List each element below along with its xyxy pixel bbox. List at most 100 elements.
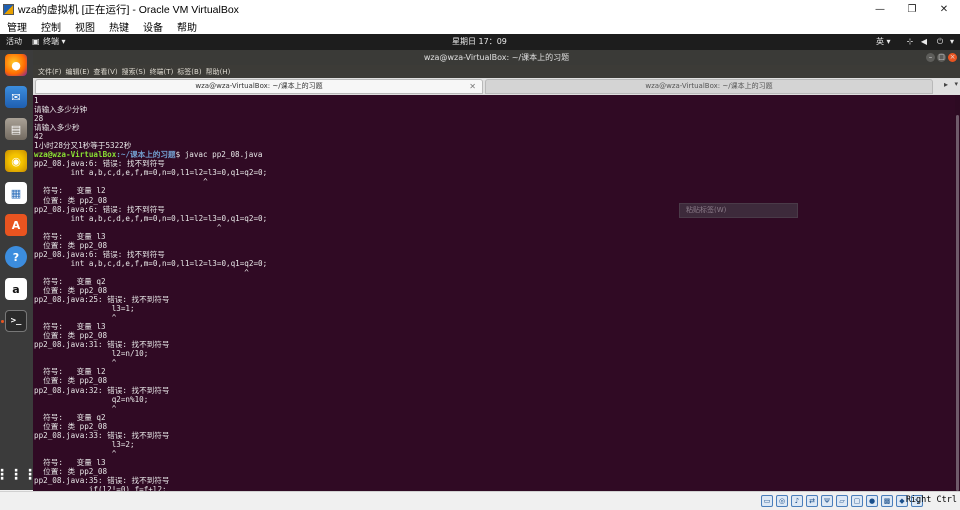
terminal-line: 位置: 类 pp2_08 bbox=[34, 331, 108, 341]
menu-edit[interactable]: 编辑(E) bbox=[64, 67, 92, 77]
tab-label: wza@wza-VirtualBox: ~/课本上的习题 bbox=[195, 82, 323, 90]
menu-view[interactable]: 查看(V) bbox=[91, 67, 119, 77]
thunderbird-icon[interactable]: ✉ bbox=[5, 86, 27, 108]
terminal-line: 符号: 变量 l3 bbox=[34, 231, 106, 241]
virtualbox-icon bbox=[3, 3, 14, 15]
tab-2[interactable]: wza@wza-VirtualBox: ~/课本上的习题 bbox=[485, 79, 933, 94]
rhythmbox-icon[interactable]: ◉ bbox=[5, 150, 27, 172]
terminal-line: pp2_08.java:6: 错误: 找不到符号 bbox=[34, 159, 165, 169]
menu-view[interactable]: 视图 bbox=[68, 19, 102, 34]
restore-icon[interactable]: ❐ bbox=[896, 0, 928, 18]
firefox-icon[interactable]: ● bbox=[5, 54, 27, 76]
terminal-line: 位置: 类 pp2_08 bbox=[34, 285, 108, 295]
terminal-line: 42 bbox=[34, 132, 44, 142]
terminal-line: wza@wza-VirtualBox:~/课本上的习题$ javac pp2_0… bbox=[34, 150, 955, 159]
power-icon[interactable]: ⏻ bbox=[934, 36, 946, 48]
terminal-line: pp2_08.java:6: 错误: 找不到符号 bbox=[34, 249, 165, 259]
terminal-line: ^ bbox=[34, 222, 222, 232]
terminal-tab-bar: wza@wza-VirtualBox: ~/课本上的习题 ✕ wza@wza-V… bbox=[33, 78, 960, 95]
network-icon[interactable]: ⇄ bbox=[806, 495, 818, 507]
ghost-menu-item: 粘贴标签(W) bbox=[679, 203, 798, 218]
amazon-icon[interactable]: a bbox=[5, 278, 27, 300]
host-key-label: Right Ctrl bbox=[905, 495, 957, 505]
terminal-line: q2=n%10; bbox=[34, 394, 149, 404]
terminal-line: 28 bbox=[34, 114, 44, 124]
app-menu-button[interactable]: 终端 ▾ bbox=[43, 34, 66, 50]
display-icon[interactable]: ▢ bbox=[851, 495, 863, 507]
close-icon[interactable]: ✕ bbox=[469, 80, 476, 93]
terminal-app-icon: ▣ bbox=[32, 37, 40, 46]
host-menu-bar: 管理 控制 视图 热键 设备 帮助 bbox=[0, 18, 960, 34]
tab-1[interactable]: wza@wza-VirtualBox: ~/课本上的习题 ✕ bbox=[35, 79, 483, 94]
video-capture-icon[interactable]: ● bbox=[866, 495, 878, 507]
terminal-line: 位置: 类 pp2_08 bbox=[34, 195, 108, 205]
terminal-menu-bar: 文件(F) 编辑(E) 查看(V) 搜索(S) 终端(T) 标签(B) 帮助(H… bbox=[33, 65, 960, 78]
close-icon[interactable]: ✕ bbox=[928, 0, 960, 18]
menu-help[interactable]: 帮助 bbox=[170, 19, 204, 34]
libreoffice-writer-icon[interactable]: ▦ bbox=[5, 182, 27, 204]
menu-terminal[interactable]: 终端(T) bbox=[148, 67, 176, 77]
network-icon[interactable]: ⊹ bbox=[904, 36, 916, 48]
terminal-line: 符号: 变量 q2 bbox=[34, 276, 106, 286]
grid-icon[interactable]: ⋮⋮⋮ bbox=[0, 464, 37, 486]
terminal-line: 位置: 类 pp2_08 bbox=[34, 466, 108, 476]
chevron-down-icon[interactable]: ▾ bbox=[946, 36, 958, 48]
terminal-line: 符号: 变量 l2 bbox=[34, 367, 106, 377]
input-method-button[interactable]: 英 ▾ bbox=[876, 34, 891, 50]
menu-manage[interactable]: 管理 bbox=[0, 19, 34, 34]
terminal-scrollbar[interactable] bbox=[955, 95, 960, 491]
menu-devices[interactable]: 设备 bbox=[136, 19, 170, 34]
chevron-down-icon[interactable]: ▾ bbox=[954, 80, 958, 88]
audio-icon[interactable]: ♪ bbox=[791, 495, 803, 507]
terminal-line: 请输入多少秒 bbox=[34, 123, 80, 133]
terminal-line: 符号: 变量 l2 bbox=[34, 186, 106, 196]
menu-control[interactable]: 控制 bbox=[34, 19, 68, 34]
activities-button[interactable]: 活动 bbox=[6, 34, 22, 50]
terminal-line: ^ bbox=[34, 267, 249, 277]
terminal-line: int a,b,c,d,e,f,m=0,n=0,l1=l2=l3=0,q1=q2… bbox=[34, 168, 268, 178]
menu-help[interactable]: 帮助(H) bbox=[204, 67, 233, 77]
terminal-line: int a,b,c,d,e,f,m=0,n=0,l1=l2=l3=0,q1=q2… bbox=[34, 213, 268, 223]
terminal-line: pp2_08.java:32: 错误: 找不到符号 bbox=[34, 385, 170, 395]
minimize-icon[interactable]: — bbox=[864, 0, 896, 18]
minimize-icon[interactable]: – bbox=[926, 53, 935, 62]
prompt-path: :~/课本上的习题 bbox=[116, 150, 176, 160]
optical-drive-icon[interactable]: ◎ bbox=[776, 495, 788, 507]
close-icon[interactable]: × bbox=[948, 53, 957, 62]
terminal-line: 位置: 类 pp2_08 bbox=[34, 240, 108, 250]
terminal-line: pp2_08.java:35: 错误: 找不到符号 bbox=[34, 475, 170, 485]
command-text: $ javac pp2_08.java bbox=[175, 150, 263, 160]
usb-icon[interactable]: Ψ bbox=[821, 495, 833, 507]
terminal-line: 符号: 变量 q2 bbox=[34, 412, 106, 422]
host-title-bar: wza的虚拟机 [正在运行] - Oracle VM VirtualBox — … bbox=[0, 0, 960, 18]
dock: ● ✉ ▤ ◉ ▦ A ? a >_ ⋮⋮⋮ bbox=[0, 50, 37, 490]
prompt-user: wza@wza-VirtualBox bbox=[34, 150, 117, 160]
menu-search[interactable]: 搜索(S) bbox=[120, 67, 148, 77]
help-icon[interactable]: ? bbox=[5, 246, 27, 268]
terminal-line: l3=1; bbox=[34, 304, 135, 314]
terminal-line: l2=n/10; bbox=[34, 349, 149, 359]
clock[interactable]: 星期日 17：09 bbox=[452, 34, 507, 50]
terminal-line: 位置: 类 pp2_08 bbox=[34, 376, 108, 386]
terminal-output[interactable]: 1 请输入多少分钟 28 请输入多少秒 42 1小时28分又1秒等于5322秒 wza@wz… bbox=[33, 95, 955, 491]
scrollbar-thumb[interactable] bbox=[956, 115, 959, 491]
menu-tabs[interactable]: 标签(B) bbox=[175, 67, 203, 77]
cpu-icon[interactable]: ▩ bbox=[881, 495, 893, 507]
terminal-line: 请输入多少分钟 bbox=[34, 105, 88, 115]
host-window-title: wza的虚拟机 [正在运行] - Oracle VM VirtualBox bbox=[18, 3, 239, 16]
menu-hotkeys[interactable]: 热键 bbox=[102, 19, 136, 34]
terminal-line: l3=2; bbox=[34, 439, 135, 449]
new-tab-icon[interactable]: ▸ bbox=[944, 80, 948, 89]
shared-folders-icon[interactable]: ▱ bbox=[836, 495, 848, 507]
terminal-line: pp2_08.java:33: 错误: 找不到符号 bbox=[34, 430, 170, 440]
menu-file[interactable]: 文件(F) bbox=[36, 67, 64, 77]
files-icon[interactable]: ▤ bbox=[5, 118, 27, 140]
maximize-icon[interactable]: □ bbox=[937, 53, 946, 62]
terminal-line: ^ bbox=[34, 177, 208, 187]
terminal-icon[interactable]: >_ bbox=[5, 310, 27, 332]
guest-top-bar: 活动 ▣ 终端 ▾ 星期日 17：09 英 ▾ ⊹ ◀ ⏻ ▾ bbox=[0, 34, 960, 50]
hard-disk-icon[interactable]: ▭ bbox=[761, 495, 773, 507]
volume-icon[interactable]: ◀ bbox=[918, 36, 930, 48]
terminal-line: ^ bbox=[34, 313, 117, 323]
ubuntu-software-icon[interactable]: A bbox=[5, 214, 27, 236]
